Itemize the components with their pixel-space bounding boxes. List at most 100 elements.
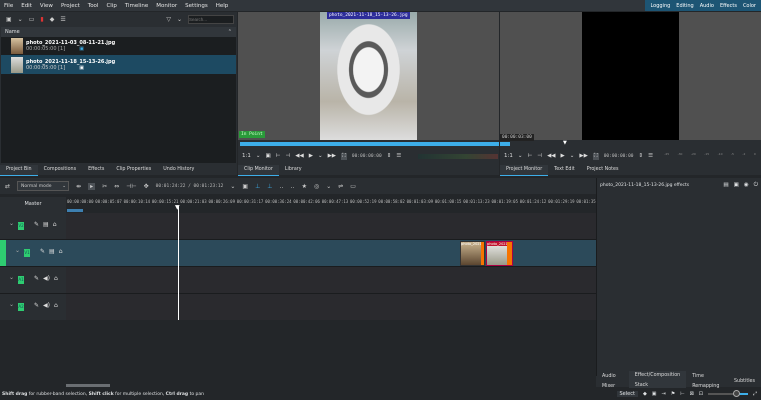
zoom-select[interactable]: 1:1 [242, 153, 251, 159]
set-in-icon[interactable]: ⊢ [276, 153, 281, 159]
spacer-tool-icon[interactable]: ⇹ [76, 183, 81, 190]
rewind-icon[interactable]: ◀◀ [547, 153, 555, 159]
tab-clip-properties[interactable]: Clip Properties [110, 165, 157, 175]
project-monitor-view[interactable]: 00:00:03:00 [500, 12, 761, 141]
track-name[interactable]: V2 [18, 222, 24, 230]
track-a2[interactable]: ⌄ A2 ✎ ◀) ⌂ [0, 294, 596, 321]
track-v2[interactable]: ⌄ V2 ✎ ▤ ⌂ [0, 213, 596, 240]
lock-icon[interactable]: ⌂ [59, 248, 63, 255]
folder-icon[interactable]: ▭ [29, 16, 35, 23]
timeline-clip[interactable]: photo_2021-11-03_08-11-21 [460, 241, 485, 266]
menu-clip[interactable]: Clip [102, 3, 120, 9]
favorite-icon[interactable]: ★ [302, 183, 307, 190]
workspace-logging[interactable]: Logging [647, 3, 673, 9]
menu-tool[interactable]: Tool [84, 3, 103, 9]
rewind-icon[interactable]: ◀◀ [295, 153, 303, 159]
chevron-down-icon[interactable]: ⌄ [326, 183, 331, 190]
tab-effects[interactable]: Effects [82, 165, 110, 175]
chevron-down-icon[interactable]: ⌄ [256, 153, 261, 159]
tag-icon[interactable]: ◆ [50, 16, 55, 23]
menu-timeline[interactable]: Timeline [121, 3, 152, 9]
collapse-icon[interactable]: ⌄ [9, 301, 14, 308]
flag-icon[interactable]: ⚑ [671, 391, 675, 397]
lift-icon[interactable]: ‥ [280, 183, 284, 190]
menu-view[interactable]: View [36, 3, 57, 9]
menu-edit[interactable]: Edit [17, 3, 36, 9]
lock-icon[interactable]: ⌂ [54, 302, 58, 309]
timeline-ruler[interactable]: Master 00:00:00:00 00:00:05:07 00:00:10:14… [0, 197, 600, 213]
zoom-fit-icon[interactable]: ⛶ [592, 152, 599, 160]
spin-icon[interactable]: ⇕ [639, 153, 644, 159]
disable-effects-icon[interactable]: ⏻ [754, 182, 758, 189]
track-a1[interactable]: ⌄ A1 ✎ ◀) ⌂ [0, 267, 596, 294]
column-header[interactable]: Name ⌃ [1, 27, 236, 37]
play-icon[interactable]: ▶ [561, 153, 565, 159]
slip-tool-icon[interactable]: ⇔ [114, 183, 119, 190]
set-out-icon[interactable]: ⊣ [285, 153, 290, 159]
chevron-down-icon[interactable]: ⌄ [318, 153, 323, 159]
bin-item-selected[interactable]: photo_2021-11-18_15-13-26.jpg 00:00:05:00… [1, 55, 236, 74]
track-name[interactable]: V1 [24, 249, 30, 257]
chevron-down-icon[interactable]: ⌄ [177, 16, 182, 23]
workspace-color[interactable]: Color [740, 3, 759, 9]
tag-icon[interactable]: ◆ [643, 391, 647, 397]
zoom-fit-icon[interactable]: ⛶ [341, 152, 347, 160]
insert-icon[interactable]: ⊥ [255, 183, 260, 190]
ripple-tool-icon[interactable]: ⊣⊢ [126, 183, 136, 190]
spin-icon[interactable]: ⇕ [387, 153, 392, 159]
filter-icon[interactable]: ▽ [166, 16, 171, 23]
menu-icon[interactable]: ☰ [648, 153, 653, 159]
collapse-icon[interactable]: ⌄ [9, 220, 14, 227]
zoom-in-icon[interactable]: ⤢ [753, 391, 757, 397]
tab-project-bin[interactable]: Project Bin [0, 164, 38, 176]
clip-monitor-ruler[interactable] [240, 142, 499, 146]
chevron-down-icon[interactable]: ⌄ [18, 16, 23, 23]
extract-icon[interactable]: ‥ [291, 183, 295, 190]
menu-icon[interactable]: ☰ [396, 153, 401, 159]
set-in-icon[interactable]: ⊢ [527, 153, 532, 159]
save-icon[interactable]: ▣ [652, 391, 657, 397]
timeline-scrollbar[interactable] [66, 384, 110, 387]
track-name[interactable]: A1 [18, 276, 24, 284]
effects-icon[interactable]: ✎ [34, 221, 39, 228]
menu-help[interactable]: Help [212, 3, 233, 9]
clip-monitor-view[interactable]: photo_2021-11-18_15-13-26.jpg In Point [238, 12, 499, 140]
razor-tool-icon[interactable]: ✂ [102, 183, 107, 190]
zoom-out-icon[interactable]: ⊡ [699, 391, 703, 397]
show-effects-icon[interactable]: ◉ [744, 182, 749, 189]
forward-icon[interactable]: ▶▶ [579, 153, 587, 159]
snap-icon[interactable]: ◎ [314, 183, 319, 190]
split-view-icon[interactable]: ▣ [242, 183, 248, 190]
fit-zoom-icon[interactable]: ⊠ [690, 391, 694, 397]
workspace-effects[interactable]: Effects [717, 3, 740, 9]
save-stack-icon[interactable]: ▤ [723, 182, 728, 189]
collapse-icon[interactable]: ⌄ [15, 247, 20, 254]
hide-track-icon[interactable]: ▤ [43, 221, 49, 228]
playhead-handle-icon[interactable]: ▼ [175, 204, 180, 211]
collapse-icon[interactable]: ⌄ [9, 274, 14, 281]
tab-project-notes[interactable]: Project Notes [581, 165, 625, 175]
menu-project[interactable]: Project [57, 3, 84, 9]
add-clip-icon[interactable]: ▣ [6, 16, 12, 23]
workspace-audio[interactable]: Audio [697, 3, 717, 9]
search-input[interactable] [188, 15, 234, 24]
menu-monitor[interactable]: Monitor [152, 3, 181, 9]
menu-settings[interactable]: Settings [181, 3, 212, 9]
effects-icon[interactable]: ✎ [34, 302, 39, 309]
play-icon[interactable]: ▶ [309, 153, 313, 159]
set-out-icon[interactable]: ⊣ [537, 153, 542, 159]
workspace-editing[interactable]: Editing [673, 3, 696, 9]
project-monitor-ruler[interactable] [500, 142, 510, 146]
delete-icon[interactable]: ▮ [40, 16, 43, 23]
track-config-icon[interactable]: ⇄ [5, 183, 10, 190]
audio-thumb-icon[interactable]: ▭ [350, 183, 356, 190]
track-name[interactable]: A2 [18, 303, 24, 311]
playhead-marker-icon[interactable]: ▼ [563, 140, 567, 146]
mixer-icon[interactable]: ⇌ [338, 183, 343, 190]
tab-compositions[interactable]: Compositions [38, 165, 82, 175]
zoom-select[interactable]: 1:1 [504, 153, 513, 159]
move-right-icon[interactable]: ⇥ [662, 391, 666, 397]
overwrite-icon[interactable]: ⊥ [267, 183, 272, 190]
zoom-slider-handle[interactable] [732, 390, 740, 397]
select-tool-icon[interactable]: ▸ [88, 182, 96, 190]
